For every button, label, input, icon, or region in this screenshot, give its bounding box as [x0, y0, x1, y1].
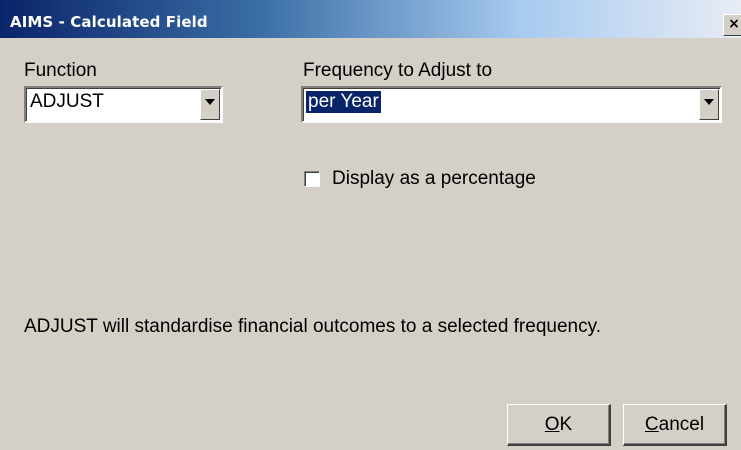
function-value: ADJUST	[30, 91, 104, 112]
close-button[interactable]: ×	[723, 14, 741, 36]
function-combobox[interactable]: ADJUST	[24, 86, 223, 123]
cancel-button[interactable]: Cancel	[623, 404, 727, 446]
chevron-down-icon	[704, 99, 714, 105]
cancel-button-accelerator: C	[644, 414, 659, 435]
percentage-checkbox[interactable]	[304, 171, 320, 187]
title-bar[interactable]: AIMS - Calculated Field ×	[0, 0, 741, 38]
frequency-combobox[interactable]: per Year	[301, 86, 722, 123]
frequency-label: Frequency to Adjust to	[303, 60, 493, 81]
function-label: Function	[24, 60, 97, 81]
frequency-value: per Year	[306, 91, 381, 113]
window-title: AIMS - Calculated Field	[10, 13, 208, 31]
calculated-field-dialog: AIMS - Calculated Field × Function ADJUS…	[0, 0, 741, 450]
ok-button-accelerator: O	[544, 414, 560, 435]
chevron-down-icon	[205, 99, 215, 105]
ok-button-label: K	[559, 414, 573, 435]
function-dropdown-button[interactable]	[200, 89, 220, 120]
frequency-dropdown-button[interactable]	[699, 89, 719, 120]
function-description: ADJUST will standardise financial outcom…	[24, 316, 601, 337]
cancel-button-label: ancel	[658, 414, 705, 435]
close-icon: ×	[728, 16, 740, 32]
ok-button[interactable]: OK	[507, 404, 611, 446]
percentage-checkbox-label[interactable]: Display as a percentage	[332, 168, 536, 190]
